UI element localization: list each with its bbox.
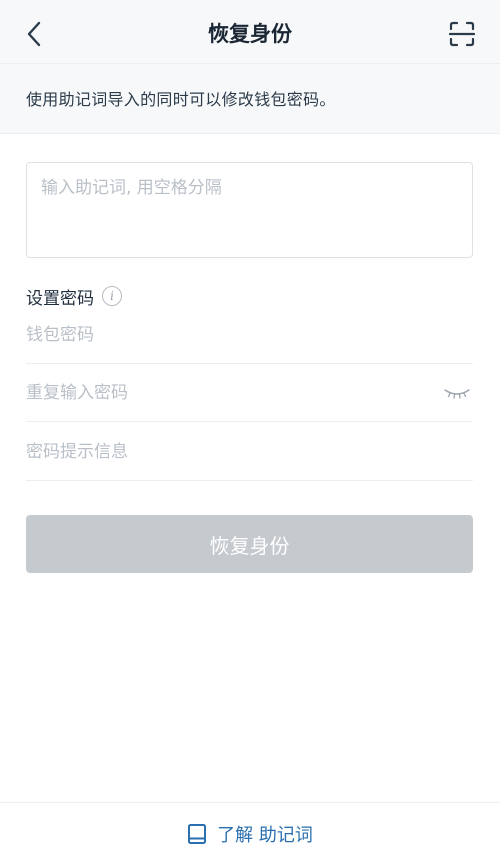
info-icon[interactable]: i xyxy=(102,286,122,306)
import-notice: 使用助记词导入的同时可以修改钱包密码。 xyxy=(0,64,500,134)
mnemonic-input[interactable] xyxy=(41,173,458,247)
navigation-bar: 恢复身份 xyxy=(0,0,500,64)
learn-mnemonic-text: 了解 助记词 xyxy=(217,824,313,846)
scan-icon xyxy=(449,21,475,47)
password-hint-row xyxy=(26,423,473,481)
scan-button[interactable] xyxy=(444,16,480,52)
password-visibility-toggle[interactable] xyxy=(441,381,473,405)
repeat-password-field[interactable] xyxy=(26,364,441,421)
mnemonic-input-container xyxy=(26,162,473,258)
footer-bar: 了解 助记词 xyxy=(0,802,500,866)
set-password-label: 设置密码 xyxy=(26,288,94,309)
wallet-password-row xyxy=(26,306,473,364)
wallet-password-field[interactable] xyxy=(26,306,473,363)
book-icon xyxy=(188,823,207,844)
restore-identity-button[interactable]: 恢复身份 xyxy=(26,515,473,573)
learn-mnemonic-link[interactable]: 了解 助记词 xyxy=(187,821,313,847)
page-title: 恢复身份 xyxy=(208,22,292,46)
eye-closed-icon xyxy=(444,388,470,399)
set-password-section: 设置密码 i xyxy=(26,284,122,309)
password-hint-field[interactable] xyxy=(26,423,473,480)
repeat-password-row xyxy=(26,364,473,422)
